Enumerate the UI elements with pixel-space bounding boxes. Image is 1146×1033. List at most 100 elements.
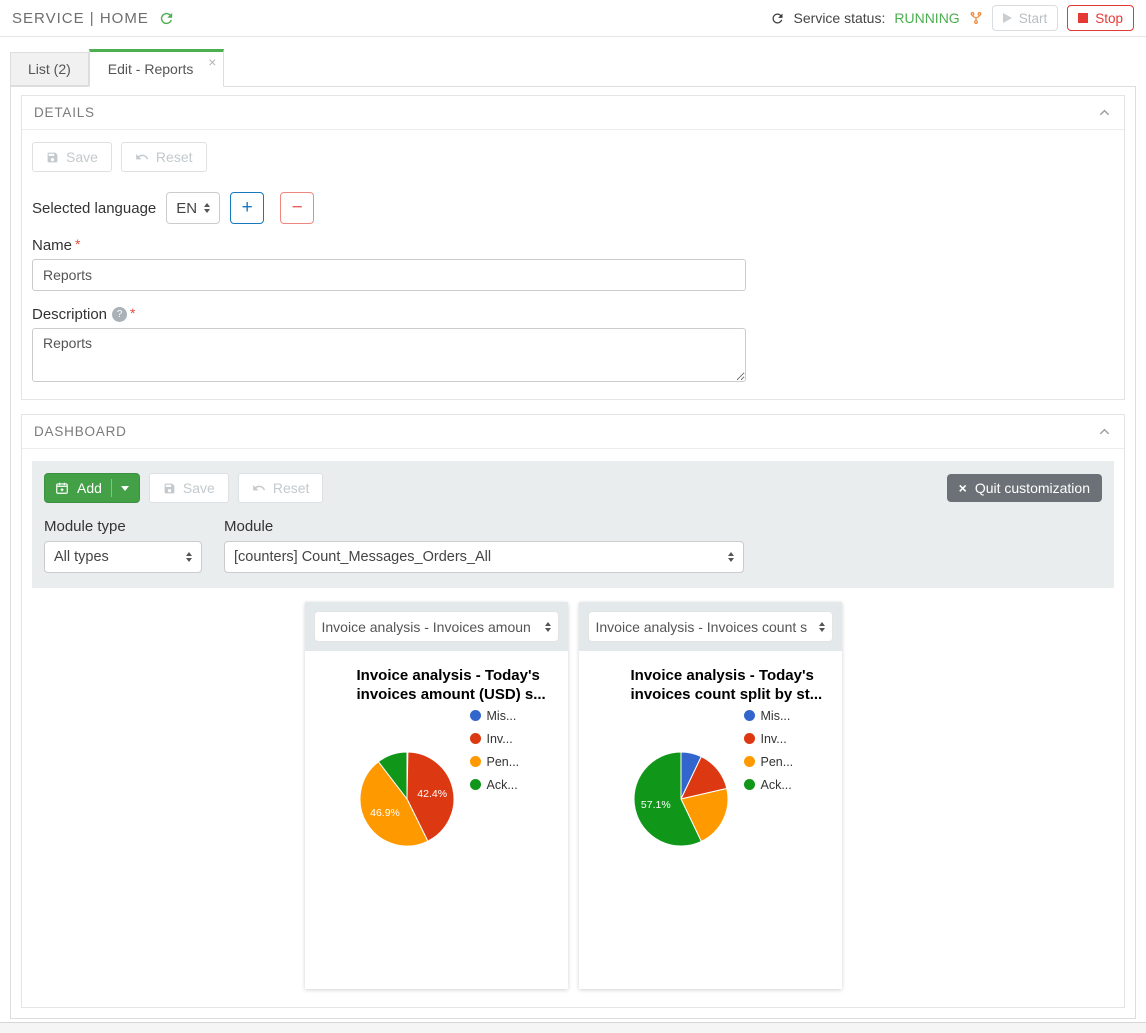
- details-reset-label: Reset: [156, 149, 193, 165]
- legend-label: Ack...: [487, 778, 518, 792]
- legend-item: Mis...: [470, 709, 520, 723]
- caret-down-icon[interactable]: [121, 486, 129, 491]
- chart-legend: Mis... Inv... Pen... Ack...: [744, 709, 794, 801]
- legend-item: Ack...: [744, 778, 794, 792]
- chevron-up-icon: [1097, 105, 1112, 120]
- chart-title: Invoice analysis - Today's invoices coun…: [631, 667, 834, 705]
- chart-panel-header: Invoice analysis - Invoices amoun: [305, 602, 568, 651]
- module-value: [counters] Count_Messages_Orders_All: [234, 549, 491, 565]
- chart-legend: Mis... Inv... Pen... Ack...: [470, 709, 520, 801]
- stepper-icon: [204, 203, 210, 213]
- description-textarea[interactable]: Reports: [32, 328, 746, 382]
- help-icon[interactable]: ?: [112, 307, 127, 322]
- chart-select-value: Invoice analysis - Invoices amoun: [322, 619, 531, 635]
- dashboard-panel: DASHBOARD Add Save: [21, 414, 1125, 1008]
- app-breadcrumb: SERVICE | HOME: [12, 10, 175, 27]
- legend-dot: [744, 779, 755, 790]
- dashboard-panel-header: DASHBOARD: [22, 415, 1124, 449]
- language-row: Selected language EN + −: [32, 192, 1114, 224]
- dashboard-save-button[interactable]: Save: [149, 473, 229, 503]
- legend-dot: [744, 733, 755, 744]
- chart-area: 42.4% 46.9% Mis... Inv... Pen... Ack...: [305, 705, 568, 849]
- legend-item: Ack...: [470, 778, 520, 792]
- legend-label: Mis...: [487, 709, 517, 723]
- pie-chart: 57.1%: [631, 749, 731, 849]
- legend-label: Inv...: [487, 732, 513, 746]
- status-label: Service status:: [794, 10, 886, 26]
- description-field-label: Description ? *: [32, 306, 1114, 323]
- start-button-label: Start: [1019, 11, 1048, 26]
- language-label: Selected language: [32, 200, 156, 217]
- tab-bar: List (2) Edit - Reports ×: [10, 49, 1146, 86]
- legend-item: Pen...: [744, 755, 794, 769]
- chart-title: Invoice analysis - Today's invoices amou…: [357, 667, 560, 705]
- name-input[interactable]: [32, 259, 746, 291]
- details-panel-header: DETAILS: [22, 96, 1124, 130]
- chart-panel-amount: Invoice analysis - Invoices amoun Invoic…: [305, 602, 568, 989]
- chevron-up-icon: [1097, 424, 1112, 439]
- tab-list[interactable]: List (2): [10, 52, 89, 86]
- start-button[interactable]: Start: [992, 5, 1059, 31]
- pie-slice-label: 46.9%: [370, 807, 400, 819]
- divider: [111, 479, 112, 497]
- legend-item: Inv...: [744, 732, 794, 746]
- module-type-value: All types: [54, 549, 109, 565]
- details-panel-body: Save Reset Selected language EN + − Name…: [22, 130, 1124, 399]
- stop-button[interactable]: Stop: [1067, 5, 1134, 31]
- page-footer: [0, 1022, 1146, 1033]
- module-selects-row: All types [counters] Count_Messages_Orde…: [44, 541, 1102, 573]
- module-type-label: Module type: [44, 518, 224, 535]
- language-select[interactable]: EN: [166, 192, 220, 224]
- add-language-button[interactable]: +: [230, 192, 264, 224]
- pie-slice-label: 57.1%: [640, 799, 670, 811]
- module-type-select[interactable]: All types: [44, 541, 202, 573]
- collapse-dashboard-button[interactable]: [1097, 424, 1112, 439]
- tab-list-label: List (2): [28, 61, 71, 77]
- undo-icon: [135, 150, 149, 164]
- tab-edit-label: Edit - Reports: [108, 61, 194, 77]
- refresh-icon[interactable]: [158, 10, 175, 27]
- details-reset-button[interactable]: Reset: [121, 142, 207, 172]
- chart-module-select[interactable]: Invoice analysis - Invoices count s: [588, 611, 833, 642]
- play-icon: [1003, 13, 1012, 23]
- legend-label: Ack...: [761, 778, 792, 792]
- details-actions: Save Reset: [32, 142, 1114, 172]
- legend-dot: [744, 710, 755, 721]
- dashboard-reset-button[interactable]: Reset: [238, 473, 324, 503]
- chart-panel-count: Invoice analysis - Invoices count s Invo…: [579, 602, 842, 989]
- pie-slice-label: 42.4%: [417, 788, 447, 800]
- language-select-value: EN: [176, 200, 197, 217]
- collapse-details-button[interactable]: [1097, 105, 1112, 120]
- legend-dot: [744, 756, 755, 767]
- dashboard-save-label: Save: [183, 480, 215, 496]
- status-refresh-icon[interactable]: [770, 11, 785, 26]
- dashboard-title: DASHBOARD: [34, 424, 127, 439]
- module-labels-row: Module type Module: [44, 518, 1102, 535]
- chart-module-select[interactable]: Invoice analysis - Invoices amoun: [314, 611, 559, 642]
- main-content: DETAILS Save Reset Selected language EN: [10, 86, 1136, 1019]
- tab-edit-reports[interactable]: Edit - Reports ×: [89, 49, 225, 87]
- stepper-icon: [545, 622, 551, 632]
- status-value: RUNNING: [894, 10, 959, 26]
- close-icon: ×: [959, 480, 967, 496]
- legend-dot: [470, 710, 481, 721]
- dashboard-panel-body: Add Save Reset × Quit customizatio: [22, 449, 1124, 1007]
- stop-icon: [1078, 13, 1088, 23]
- undo-icon: [252, 481, 266, 495]
- add-module-button[interactable]: Add: [44, 473, 140, 503]
- description-label: Description: [32, 306, 107, 323]
- legend-label: Pen...: [761, 755, 794, 769]
- fork-icon[interactable]: [969, 10, 983, 26]
- required-marker: *: [75, 236, 80, 252]
- legend-item: Pen...: [470, 755, 520, 769]
- details-save-button[interactable]: Save: [32, 142, 112, 172]
- calendar-plus-icon: [55, 481, 69, 495]
- toolbar-buttons-row: Add Save Reset × Quit customizatio: [44, 473, 1102, 503]
- legend-label: Pen...: [487, 755, 520, 769]
- module-select[interactable]: [counters] Count_Messages_Orders_All: [224, 541, 744, 573]
- save-icon: [46, 151, 59, 164]
- remove-language-button[interactable]: −: [280, 192, 314, 224]
- close-icon[interactable]: ×: [208, 55, 216, 69]
- quit-customization-button[interactable]: × Quit customization: [947, 474, 1102, 502]
- legend-item: Mis...: [744, 709, 794, 723]
